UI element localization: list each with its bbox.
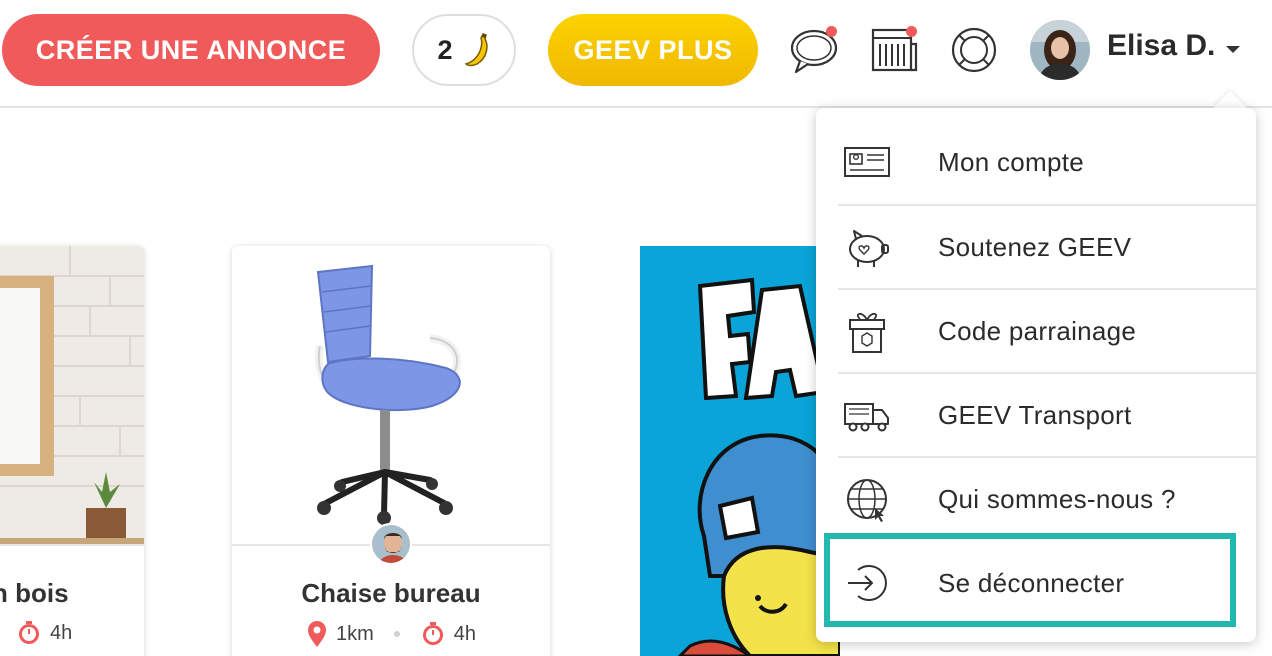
listing-time: 4h [453,622,477,645]
newspaper-icon[interactable] [868,24,920,76]
meta-separator [393,631,400,637]
chevron-down-icon[interactable] [1226,46,1240,53]
timer-icon [422,622,443,645]
id-card-icon [844,147,890,177]
menu-item-geev-transport[interactable]: GEEV Transport [838,373,1256,457]
listing-time: 4h [50,621,73,644]
banana-icon [464,33,488,67]
listing-image [232,246,550,544]
logout-highlight-frame [824,533,1236,627]
menu-item-label: Qui sommes-nous ? [938,483,1176,514]
location-pin-icon [307,621,326,647]
user-avatar[interactable] [1030,20,1090,80]
menu-item-mon-compte[interactable]: Mon compte [838,120,1256,204]
user-name[interactable]: Elisa D. [1107,29,1215,63]
truck-icon [844,403,889,432]
card-divider [0,544,144,546]
banana-counter[interactable]: 2 [412,14,516,86]
banana-count: 2 [437,34,453,65]
listing-image [0,246,144,544]
gift-icon [849,312,885,353]
timer-icon [19,621,39,644]
menu-item-soutenez-geev[interactable]: Soutenez GEEV [838,205,1256,289]
listing-card[interactable]: Chaise bureau 1km 4h [232,246,550,656]
chat-notification-dot [826,26,837,37]
create-listing-button[interactable]: CRÉER UNE ANNONCE [2,14,380,86]
menu-item-code-parrainage[interactable]: Code parrainage [838,289,1256,373]
listing-card-poster[interactable] [640,246,840,656]
menu-item-label: Soutenez GEEV [938,231,1132,262]
listing-meta: 4h [0,620,144,646]
listing-distance: 1km [335,622,374,645]
chat-bubble-icon[interactable] [788,24,840,76]
menu-item-qui-sommes-nous[interactable]: Qui sommes-nous ? [838,457,1256,541]
lifebuoy-icon[interactable] [948,24,1000,76]
piggy-bank-icon [849,230,889,267]
globe-icon [847,479,887,522]
listing-title: Chaise bureau [301,578,481,608]
geev-plus-button[interactable]: GEEV PLUS [548,14,758,86]
news-notification-dot [906,26,917,37]
top-header: CRÉER UNE ANNONCE 2 GEEV PLUS Elisa D. [0,0,1272,108]
poster-image [640,246,840,656]
menu-item-label: Code parrainage [938,315,1137,346]
menu-item-label: Mon compte [938,146,1085,177]
menu-item-label: GEEV Transport [938,399,1132,430]
listing-meta: 1km 4h [232,620,550,648]
listing-card[interactable]: n bois 4h [0,246,144,656]
seller-avatar[interactable] [370,523,412,565]
listing-title: n bois [0,578,69,608]
